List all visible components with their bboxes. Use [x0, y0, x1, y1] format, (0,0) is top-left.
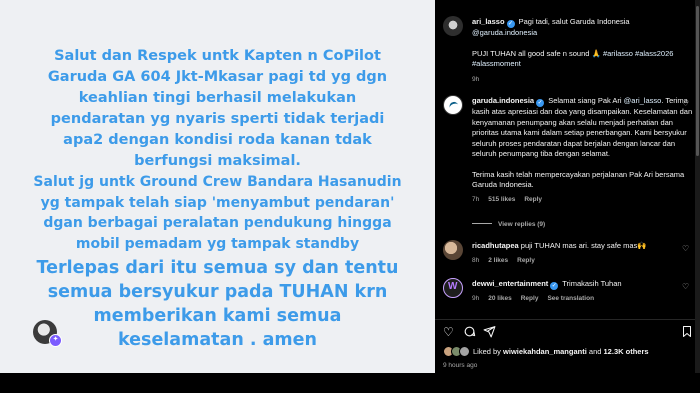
caption-text-2: PUJI TUHAN all good safe n sound 🙏 [472, 48, 601, 58]
likes-summary: Liked by wiwiekahdan_manganti and 12.3K … [443, 346, 698, 358]
image-text-paragraph-1: Salut dan Respek untk Kapten n CoPilot G… [47, 48, 388, 169]
verified-badge-icon: ✓ [536, 99, 545, 107]
likes-others-link[interactable]: 12.3K others [604, 347, 649, 356]
bookmark-icon[interactable] [681, 325, 695, 339]
comment-time: 7h [472, 195, 480, 203]
comment-username[interactable]: ricadhutapea [472, 241, 519, 250]
divider [435, 319, 695, 320]
post-actions: ♡ [443, 325, 695, 341]
comment-text: Trimakasih Tuhan [562, 279, 622, 288]
heart-icon[interactable]: ♡ [682, 99, 691, 108]
comment-likes[interactable]: 2 likes [488, 257, 508, 264]
likes-middle: and [588, 347, 602, 356]
caption-hashtag-link[interactable]: #alassmoment [472, 59, 521, 68]
post-image: Salut dan Respek untk Kapten n CoPilot G… [0, 0, 435, 373]
verified-badge-icon: ✓ [550, 282, 559, 290]
comment-username[interactable]: garuda.indonesia [472, 96, 534, 105]
comment-text-2: Terima kasih telah mempercayakan perjala… [472, 169, 685, 190]
post-timestamp: 9 hours ago [443, 362, 478, 369]
heart-icon[interactable]: ♡ [682, 244, 691, 253]
avatar[interactable]: W [443, 278, 463, 298]
avatar[interactable] [443, 16, 463, 36]
avatar[interactable] [443, 95, 463, 115]
caption-time: 9h [472, 75, 480, 83]
comment-likes[interactable]: 515 likes [488, 196, 515, 203]
view-replies-button[interactable]: View replies (9) [472, 220, 545, 231]
comment-time: 8h [472, 256, 480, 264]
caption-hashtags-link[interactable]: #arilasso #alass2026 [603, 49, 673, 58]
dewwi-logo-icon: W [448, 281, 458, 292]
avatar[interactable] [443, 240, 463, 260]
comment-text: puji TUHAN mas ari. stay safe mas🙌 [520, 241, 647, 250]
badge-icon: ✦ [49, 334, 62, 347]
heart-icon[interactable]: ♡ [682, 282, 691, 291]
send-icon[interactable] [483, 325, 497, 339]
image-text-paragraph-2: Salut jg untk Ground Crew Bandara Hasanu… [33, 174, 402, 252]
likes-prefix: Liked by [473, 347, 501, 356]
reply-button[interactable]: Reply [521, 295, 539, 302]
image-text-paragraph-3: Terlepas dari itu semua sy dan tentu sem… [36, 258, 399, 350]
caption-text: Pagi tadi, salut Garuda Indonesia [518, 17, 630, 26]
avatar [459, 346, 470, 357]
verified-badge-icon: ✓ [506, 20, 515, 28]
liked-by-user-link[interactable]: wiwiekahdan_manganti [503, 347, 587, 356]
garuda-logo-icon [448, 100, 459, 110]
caption-mention-link[interactable]: @garuda.indonesia [472, 28, 537, 37]
scrollbar[interactable] [695, 0, 700, 373]
comment-username[interactable]: dewwi_entertainment [472, 279, 548, 288]
comment-text-continued: . Terima kasih atas apresiasi dan doa ya… [472, 96, 693, 158]
comments-panel: ari_lasso ✓ Pagi tadi, salut Garuda Indon… [435, 0, 700, 373]
heart-icon[interactable]: ♡ [443, 325, 457, 339]
see-translation-button[interactable]: See translation [547, 295, 594, 302]
scrollbar-thumb[interactable] [696, 6, 699, 156]
comment-icon[interactable] [463, 325, 477, 339]
reply-button[interactable]: Reply [524, 196, 542, 203]
view-replies-label: View replies (9) [498, 221, 546, 228]
comment-mention-link[interactable]: @ari_lasso [624, 96, 662, 105]
comment-likes[interactable]: 20 likes [488, 295, 512, 302]
comment-text: Selamat siang Pak Ari [548, 96, 622, 105]
comment-time: 9h [472, 295, 480, 302]
reply-button[interactable]: Reply [517, 257, 535, 264]
caption-username[interactable]: ari_lasso [472, 17, 505, 26]
